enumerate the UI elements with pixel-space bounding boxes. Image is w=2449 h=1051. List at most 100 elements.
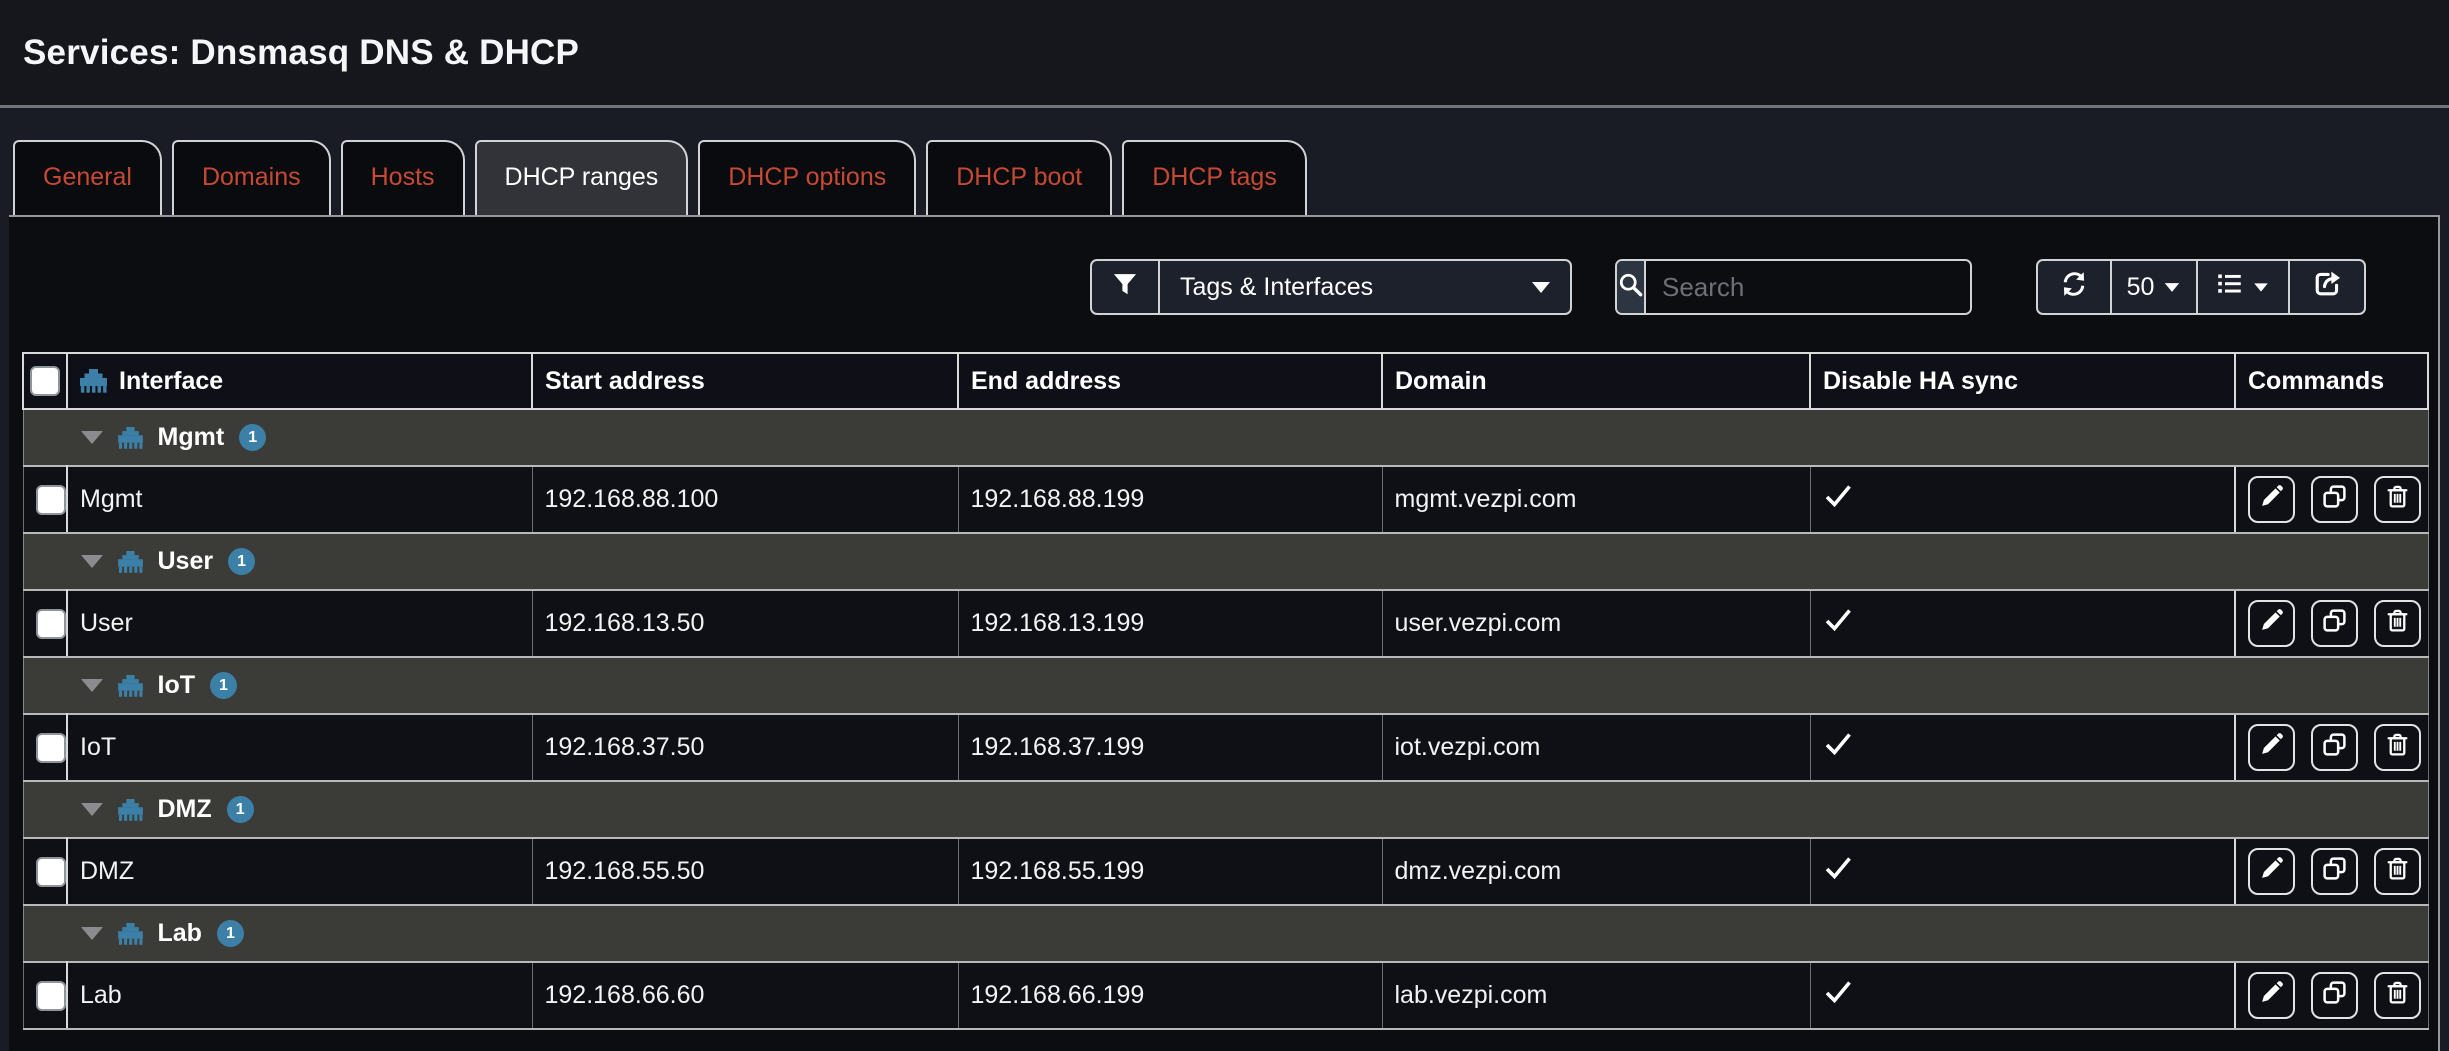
copy-button[interactable] [2311,848,2358,895]
grid-toolbar: Tags & Interfaces [9,217,2438,352]
tab-dhcp-boot[interactable]: DHCP boot [926,140,1112,215]
tab-domains[interactable]: Domains [172,140,331,215]
cell-disable-ha-sync [1810,962,2235,1029]
checkmark-icon [1823,983,1853,1011]
checkmark-icon [1823,859,1853,887]
clone-icon [2322,856,2347,888]
dhcp-range-row: IoT 192.168.37.50 192.168.37.199 iot.vez… [23,714,2428,781]
cell-end-address: 192.168.66.199 [958,962,1382,1029]
cell-end-address: 192.168.55.199 [958,838,1382,905]
col-header-disable-ha-sync[interactable]: Disable HA sync [1810,353,2235,409]
copy-button[interactable] [2311,476,2358,523]
tab-dhcp-tags[interactable]: DHCP tags [1122,140,1307,215]
row-checkbox[interactable] [36,609,66,639]
interface-group-row: IoT 1 [23,657,2428,714]
tab-label: General [43,163,132,191]
tab-dhcp-ranges[interactable]: DHCP ranges [475,140,689,215]
header-divider [0,105,2449,108]
cell-interface: Mgmt [67,466,532,533]
table-footer-spacer [9,1030,2438,1051]
collapse-caret-icon[interactable] [81,803,103,816]
column-select-button[interactable] [2198,259,2290,315]
cell-disable-ha-sync [1810,714,2235,781]
refresh-button[interactable] [2036,259,2112,315]
tab-hosts[interactable]: Hosts [341,140,465,215]
app-header: Services: Dnsmasq DNS & DHCP [0,0,2449,105]
row-checkbox[interactable] [36,733,66,763]
collapse-caret-icon[interactable] [81,927,103,940]
group-count-badge: 1 [228,548,255,575]
cell-start-address: 192.168.66.60 [532,962,958,1029]
cell-disable-ha-sync [1810,838,2235,905]
cell-commands [2235,838,2428,905]
group-name: IoT [158,671,196,700]
tab-general[interactable]: General [13,140,162,215]
col-header-domain[interactable]: Domain [1382,353,1810,409]
cell-interface: IoT [67,714,532,781]
select-all-checkbox[interactable] [30,366,60,396]
cell-disable-ha-sync [1810,590,2235,657]
caret-down-icon [1532,282,1550,293]
trash-icon [2385,484,2410,516]
col-header-start-address[interactable]: Start address [532,353,958,409]
group-name: DMZ [158,795,212,824]
refresh-icon [2060,270,2088,305]
group-count-badge: 1 [227,796,254,823]
copy-button[interactable] [2311,724,2358,771]
collapse-caret-icon[interactable] [81,431,103,444]
cell-interface: User [67,590,532,657]
ethernet-icon [118,923,143,945]
delete-button[interactable] [2374,848,2421,895]
cell-domain: user.vezpi.com [1382,590,1810,657]
col-header-interface[interactable]: Interface [67,353,532,409]
collapse-caret-icon[interactable] [81,679,103,692]
search-input[interactable] [1646,261,1972,313]
tab-label: Hosts [371,163,435,191]
edit-button[interactable] [2248,476,2295,523]
edit-button[interactable] [2248,848,2295,895]
caret-down-icon [2254,283,2268,291]
pencil-icon [2259,732,2284,764]
cell-end-address: 192.168.88.199 [958,466,1382,533]
cell-disable-ha-sync [1810,466,2235,533]
clone-icon [2322,484,2347,516]
tab-dhcp-options[interactable]: DHCP options [698,140,916,215]
row-checkbox[interactable] [36,981,66,1011]
tab-label: Domains [202,163,301,191]
search-icon [1617,271,1644,303]
tab-label: DHCP boot [956,163,1082,191]
col-label-interface: Interface [119,367,223,396]
ethernet-icon [118,799,143,821]
copy-button[interactable] [2311,600,2358,647]
grid-actions-group: 50 [2036,259,2366,315]
page-size-value: 50 [2127,273,2155,302]
row-checkbox[interactable] [36,857,66,887]
clone-icon [2322,980,2347,1012]
dhcp-range-row: Lab 192.168.66.60 192.168.66.199 lab.vez… [23,962,2428,1029]
cell-end-address: 192.168.13.199 [958,590,1382,657]
table-header: Interface Start address End address Doma… [23,353,2428,409]
row-checkbox[interactable] [36,485,66,515]
cell-commands [2235,466,2428,533]
col-header-end-address[interactable]: End address [958,353,1382,409]
checkmark-icon [1823,611,1853,639]
collapse-caret-icon[interactable] [81,555,103,568]
filter-button[interactable] [1092,261,1160,313]
interface-group-row: User 1 [23,533,2428,590]
page-size-select[interactable]: 50 [2112,259,2198,315]
delete-button[interactable] [2374,600,2421,647]
edit-button[interactable] [2248,724,2295,771]
delete-button[interactable] [2374,724,2421,771]
dhcp-range-row: User 192.168.13.50 192.168.13.199 user.v… [23,590,2428,657]
delete-button[interactable] [2374,476,2421,523]
cell-domain: dmz.vezpi.com [1382,838,1810,905]
interface-group-row: Mgmt 1 [23,409,2428,466]
export-button[interactable] [2290,259,2366,315]
filter-mode-select[interactable]: Tags & Interfaces [1160,261,1570,313]
delete-button[interactable] [2374,972,2421,1019]
group-count-badge: 1 [210,672,237,699]
edit-button[interactable] [2248,972,2295,1019]
copy-button[interactable] [2311,972,2358,1019]
dhcp-range-row: Mgmt 192.168.88.100 192.168.88.199 mgmt.… [23,466,2428,533]
edit-button[interactable] [2248,600,2295,647]
